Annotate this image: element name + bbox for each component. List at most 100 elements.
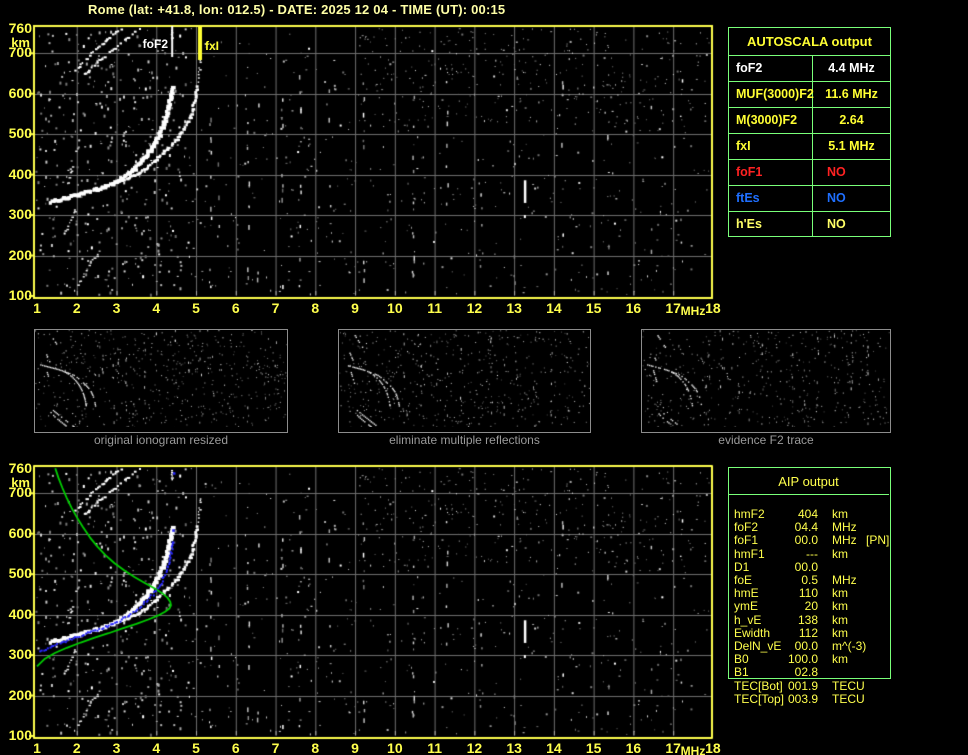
aip-row-label: hmE [734,586,759,601]
aip-row-fof2: foF2 04.4 MHz [728,521,891,534]
x-axis-tick-label: 10 [387,740,403,755]
x-axis-tick-label: 16 [625,740,642,755]
autoscala-row-ftes: ftEs NO [729,186,890,212]
aip-row-unit: km [832,625,848,640]
parameter-value: NO [827,191,846,205]
aip-row-tec-bot-: TEC[Bot] 001.9 TECU [728,678,891,693]
aip-row-unit: TECU [832,678,865,693]
y-axis-unit-label: km [11,475,30,490]
fxi-marker-label: fxI [205,39,220,53]
y-axis-tick-label: 300 [8,206,32,223]
aip-row-yme: ymE 20 km [728,600,891,613]
aip-row-label: D1 [734,559,750,574]
aip-row-h-ve: h_vE 138 km [728,612,891,627]
aip-row-unit: km [832,546,848,561]
y-axis-tick-label: 500 [8,565,32,582]
x-axis-tick-label: 3 [112,740,121,755]
aip-row-b1: B1 02.8 [728,666,891,679]
aip-row-unit: km [832,612,848,627]
x-axis-tick-label: 11 [427,300,442,316]
y-axis-tick-label: 400 [8,165,32,182]
parameter-label: h'Es [729,212,813,237]
aip-row-hme: hmE 110 km [728,587,891,600]
y-axis-tick-label: 400 [8,605,32,622]
aip-output-table: AIP output hmF2 404 km foF2 04.4 MHz foF1 00.0 M… [728,467,891,713]
aip-row-hmf1: hmF1 --- km [728,546,891,561]
parameter-label: M(3000)F2 [729,108,813,133]
x-axis-tick-label: 3 [112,300,121,316]
aip-row-value: 404 [797,507,818,521]
autoscala-row-muf-3000-f2: MUF(3000)F2 11.6 MHz [729,82,890,108]
aip-row-value: 138 [797,612,818,627]
aip-row-value: 04.4 [794,520,818,535]
aip-row-d1: D1 00.0 [728,559,891,574]
aip-row-unit: m^(-3) [832,639,867,653]
aip-row-value: 110 [798,586,818,601]
x-axis-tick-label: 7 [271,740,280,755]
aip-row-tec-top-: TEC[Top] 003.9 TECU [728,691,891,706]
aip-row-label: hmF2 [734,507,765,521]
x-axis-tick-label: 4 [152,740,161,755]
autoscala-row-fof2: foF2 4.4 MHz [729,56,890,82]
aip-row-b0: B0 100.0 km [728,653,891,666]
parameter-label: MUF(3000)F2 [729,82,814,107]
aip-row-value: 112 [798,625,818,640]
top-ionogram-canvas [29,23,715,300]
aip-table-title: AIP output [778,474,839,489]
aip-row-unit: MHz [832,533,857,548]
parameter-value: NO [827,165,846,179]
bottom-ionogram-canvas [29,463,715,740]
y-axis-unit-label: km [11,35,30,50]
y-axis-tick-label: 200 [8,246,32,263]
y-axis-tick-label: 200 [8,686,32,703]
aip-row-hmf2: hmF2 404 km [728,508,891,521]
parameter-label: foF2 [729,56,813,81]
parameter-value: NO [827,217,846,231]
aip-row-label: foF1 [734,533,759,548]
parameter-value: 2.64 [839,113,864,127]
parameter-value: 4.4 MHz [828,61,875,75]
x-axis-tick-label: 4 [152,300,161,316]
aip-row-fof1: foF1 00.0 MHz [PN] [728,534,891,547]
x-axis-tick-label: 5 [192,740,200,755]
aip-row-unit: MHz [832,573,857,587]
thumbnail-canvas [642,330,890,427]
x-axis-tick-label: 14 [546,740,562,755]
aip-row-unit: km [832,599,848,614]
thumbnail-evidence-f2-trace: evidence F2 trace [641,329,891,447]
parameter-value: 11.6 MHz [825,87,878,101]
aip-row-value: 20 [804,599,818,614]
x-axis-tick-label: 6 [231,740,240,755]
x-axis-tick-label: 12 [466,300,483,316]
aip-row-deln-ve: DelN_vE 00.0 m^(-3) [728,640,891,653]
aip-row-note: [PN] [866,533,890,548]
aip-row-label: hmF1 [734,546,765,561]
aip-row-unit: km [832,507,848,521]
aip-row-value: 00.0 [794,639,818,653]
aip-row-unit: MHz [832,520,857,535]
aip-row-ewidth: Ewidth 112 km [728,625,891,640]
x-axis-tick-label: 7 [271,300,280,316]
x-axis-tick-label: 6 [231,300,240,316]
aip-row-value: 00.0 [794,533,818,548]
parameter-label: fxI [729,134,813,159]
aip-row-value: 100.0 [787,652,818,667]
aip-row-foe: foE 0.5 MHz [728,574,891,587]
aip-row-label: foE [734,573,753,587]
x-axis-tick-label: 16 [625,300,642,316]
x-axis-tick-label: 10 [387,300,403,316]
thumbnail-original-ionogram: original ionogram resized [34,329,288,447]
autoscala-screen: Rome (lat: +41.8, lon: 012.5) - DATE: 20… [0,0,968,755]
aip-row-unit: TECU [832,691,865,706]
y-axis-tick-label: 500 [8,125,32,142]
aip-row-label: Ewidth [734,625,771,640]
parameter-label: foF1 [729,160,813,185]
aip-row-value: 0.5 [801,573,818,587]
autoscala-table-title: AUTOSCALA output [729,28,890,56]
x-axis-tick-label: 15 [585,300,602,316]
aip-row-label: B1 [734,665,749,680]
y-axis-tick-label: 600 [8,524,32,541]
autoscala-row-m-3000-f2: M(3000)F2 2.64 [729,108,890,134]
x-axis-tick-label: 1 [33,300,41,316]
x-axis-tick-label: 12 [466,740,483,755]
